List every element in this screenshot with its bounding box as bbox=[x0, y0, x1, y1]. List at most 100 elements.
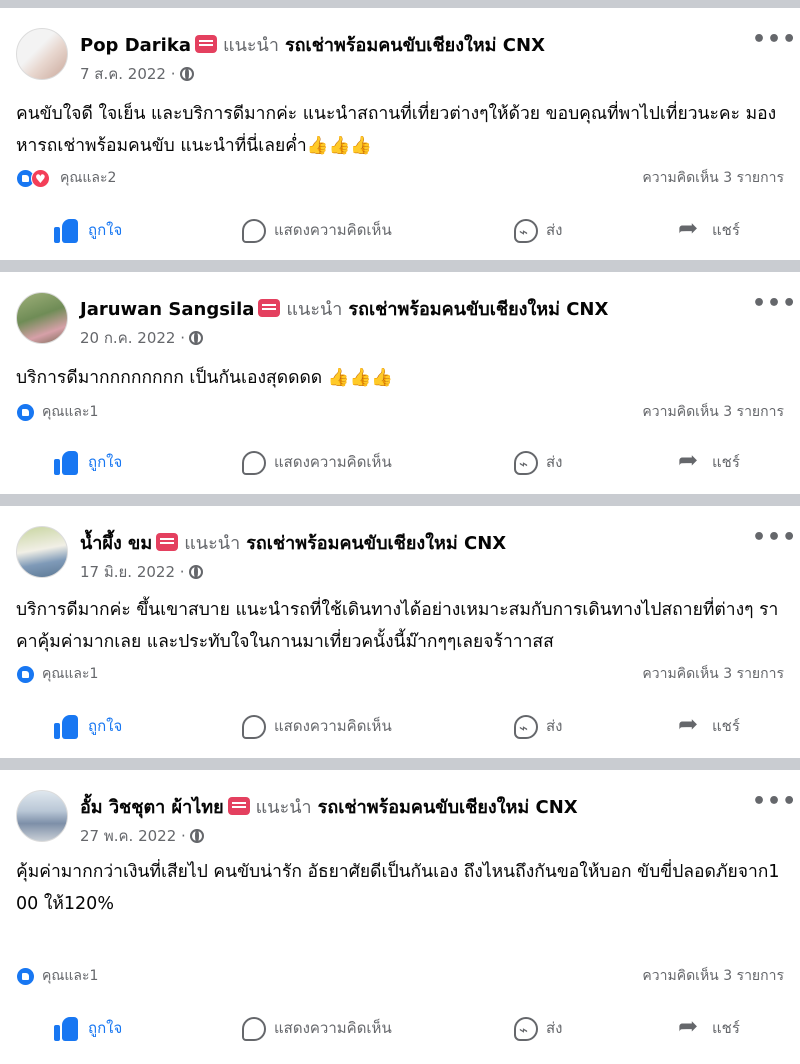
actions-row: ถูกใจ แสดงความคิดเห็น ส่ง แชร์ bbox=[0, 210, 800, 250]
like-button[interactable]: ถูกใจ bbox=[54, 444, 122, 480]
reaction-icons[interactable] bbox=[16, 967, 35, 987]
share-label: แชร์ bbox=[712, 1019, 740, 1037]
avatar[interactable] bbox=[16, 28, 68, 80]
send-button[interactable]: ส่ง bbox=[514, 1010, 563, 1048]
page-name[interactable]: รถเช่าพร้อมคนขับเชียงใหม่ CNX bbox=[318, 797, 578, 818]
thumbs-up-icon bbox=[54, 218, 80, 243]
comment-button[interactable]: แสดงความคิดเห็น bbox=[242, 212, 392, 248]
author-name[interactable]: น้ำผึ้ง ขม bbox=[80, 533, 152, 554]
reactions-row: คุณและ2 ความคิดเห็น 3 รายการ bbox=[16, 168, 784, 190]
review-feed: Pop Darika แนะนำ รถเช่าพร้อมคนขับเชียงใหม่… bbox=[0, 0, 800, 1064]
avatar[interactable] bbox=[16, 790, 68, 842]
author-name[interactable]: อั้ม วิชชุตา ผ้าไทย bbox=[80, 797, 224, 818]
reactions-row: คุณและ1 ความคิดเห็น 3 รายการ bbox=[16, 664, 784, 686]
send-label: ส่ง bbox=[546, 221, 563, 239]
share-button[interactable]: แชร์ bbox=[678, 210, 740, 248]
like-button[interactable]: ถูกใจ bbox=[54, 708, 122, 744]
avatar[interactable] bbox=[16, 526, 68, 578]
comment-label: แสดงความคิดเห็น bbox=[274, 717, 392, 735]
reaction-icons[interactable] bbox=[16, 665, 35, 685]
more-options-icon[interactable]: ••• bbox=[752, 791, 796, 816]
reaction-count[interactable]: คุณและ1 bbox=[42, 966, 98, 986]
comment-icon bbox=[242, 218, 266, 243]
share-button[interactable]: แชร์ bbox=[678, 706, 740, 744]
avatar[interactable] bbox=[16, 292, 68, 344]
like-label: ถูกใจ bbox=[88, 453, 123, 471]
review-post: Pop Darika แนะนำ รถเช่าพร้อมคนขับเชียงใหม่… bbox=[0, 8, 800, 260]
share-icon bbox=[678, 1008, 704, 1044]
page-name[interactable]: รถเช่าพร้อมคนขับเชียงใหม่ CNX bbox=[348, 299, 608, 320]
reactions-row: คุณและ1 ความคิดเห็น 3 รายการ bbox=[16, 966, 784, 988]
globe-icon bbox=[189, 331, 203, 345]
comment-button[interactable]: แสดงความคิดเห็น bbox=[242, 708, 392, 744]
post-text: คนขับใจดี ใจเย็น และบริการดีมากค่ะ แนะนำ… bbox=[16, 104, 777, 156]
comment-label: แสดงความคิดเห็น bbox=[274, 1019, 392, 1037]
actions-row: ถูกใจ แสดงความคิดเห็น ส่ง แชร์ bbox=[0, 706, 800, 746]
post-date[interactable]: 27 พ.ค. 2022 · bbox=[80, 827, 186, 845]
post-text: คุ้มค่ามากกว่าเงินที่เสียไป คนขับน่ารัก … bbox=[16, 862, 780, 914]
thumbs-up-icon bbox=[54, 450, 80, 475]
actions-row: ถูกใจ แสดงความคิดเห็น ส่ง แชร์ bbox=[0, 1008, 800, 1048]
messenger-icon bbox=[514, 214, 538, 250]
share-icon bbox=[678, 210, 704, 246]
reaction-icons[interactable] bbox=[16, 169, 50, 189]
post-text: บริการดีมากค่ะ ขึ้นเขาสบาย แนะนำรถที่ใช้… bbox=[16, 600, 779, 652]
comment-button[interactable]: แสดงความคิดเห็น bbox=[242, 1010, 392, 1046]
review-post: น้ำผึ้ง ขม แนะนำ รถเช่าพร้อมคนขับเชียงใหม่… bbox=[0, 506, 800, 758]
messenger-icon bbox=[514, 710, 538, 746]
recommends-label: แนะนำ bbox=[222, 35, 279, 56]
send-button[interactable]: ส่ง bbox=[514, 212, 563, 250]
actions-row: ถูกใจ แสดงความคิดเห็น ส่ง แชร์ bbox=[0, 442, 800, 482]
like-label: ถูกใจ bbox=[88, 1019, 123, 1037]
reaction-count[interactable]: คุณและ1 bbox=[42, 402, 98, 422]
comment-label: แสดงความคิดเห็น bbox=[274, 221, 392, 239]
like-reaction-icon bbox=[16, 665, 35, 684]
comment-icon bbox=[242, 714, 266, 739]
like-button[interactable]: ถูกใจ bbox=[54, 1010, 122, 1046]
share-label: แชร์ bbox=[712, 717, 740, 735]
share-icon bbox=[678, 706, 704, 742]
reaction-count[interactable]: คุณและ1 bbox=[42, 664, 98, 684]
messenger-icon bbox=[514, 1012, 538, 1048]
recommend-badge-icon bbox=[194, 35, 217, 53]
send-label: ส่ง bbox=[546, 717, 563, 735]
more-options-icon[interactable]: ••• bbox=[752, 527, 796, 552]
more-options-icon[interactable]: ••• bbox=[752, 293, 796, 318]
comment-count[interactable]: ความคิดเห็น 3 รายการ bbox=[642, 664, 784, 684]
post-header: อั้ม วิชชุตา ผ้าไทย แนะนำ รถเช่าพร้อมคนขับ… bbox=[16, 790, 796, 846]
share-button[interactable]: แชร์ bbox=[678, 442, 740, 480]
send-button[interactable]: ส่ง bbox=[514, 708, 563, 746]
page-name[interactable]: รถเช่าพร้อมคนขับเชียงใหม่ CNX bbox=[285, 35, 545, 56]
share-button[interactable]: แชร์ bbox=[678, 1008, 740, 1046]
author-name[interactable]: Pop Darika bbox=[80, 35, 191, 56]
comment-icon bbox=[242, 450, 266, 475]
reactions-row: คุณและ1 ความคิดเห็น 3 รายการ bbox=[16, 402, 784, 424]
reaction-icons[interactable] bbox=[16, 403, 35, 423]
comment-button[interactable]: แสดงความคิดเห็น bbox=[242, 444, 392, 480]
send-label: ส่ง bbox=[546, 453, 563, 471]
send-button[interactable]: ส่ง bbox=[514, 444, 563, 482]
love-reaction-icon bbox=[31, 169, 50, 188]
reaction-count[interactable]: คุณและ2 bbox=[60, 168, 116, 188]
thumbs-up-icon bbox=[54, 714, 80, 739]
recommends-label: แนะนำ bbox=[286, 299, 343, 320]
post-date[interactable]: 17 มิ.ย. 2022 · bbox=[80, 563, 185, 581]
post-header: Jaruwan Sangsila แนะนำ รถเช่าพร้อมคนขับเชี… bbox=[16, 292, 796, 348]
author-name[interactable]: Jaruwan Sangsila bbox=[80, 299, 254, 320]
more-options-icon[interactable]: ••• bbox=[752, 29, 796, 54]
post-header: น้ำผึ้ง ขม แนะนำ รถเช่าพร้อมคนขับเชียงใหม่… bbox=[16, 526, 796, 582]
comment-count[interactable]: ความคิดเห็น 3 รายการ bbox=[642, 168, 784, 188]
page-name[interactable]: รถเช่าพร้อมคนขับเชียงใหม่ CNX bbox=[246, 533, 506, 554]
send-label: ส่ง bbox=[546, 1019, 563, 1037]
share-icon bbox=[678, 442, 704, 478]
post-date[interactable]: 7 ส.ค. 2022 · bbox=[80, 65, 176, 83]
comment-count[interactable]: ความคิดเห็น 3 รายการ bbox=[642, 402, 784, 422]
like-button[interactable]: ถูกใจ bbox=[54, 212, 122, 248]
messenger-icon bbox=[514, 446, 538, 482]
share-label: แชร์ bbox=[712, 453, 740, 471]
review-post: อั้ม วิชชุตา ผ้าไทย แนะนำ รถเช่าพร้อมคนขับ… bbox=[0, 770, 800, 1064]
post-text: บริการดีมากกกกกกกก เป็นกันเองสุดดดด 👍👍👍 bbox=[16, 368, 394, 388]
post-date[interactable]: 20 ก.ค. 2022 · bbox=[80, 329, 185, 347]
comment-count[interactable]: ความคิดเห็น 3 รายการ bbox=[642, 966, 784, 986]
recommends-label: แนะนำ bbox=[255, 797, 312, 818]
